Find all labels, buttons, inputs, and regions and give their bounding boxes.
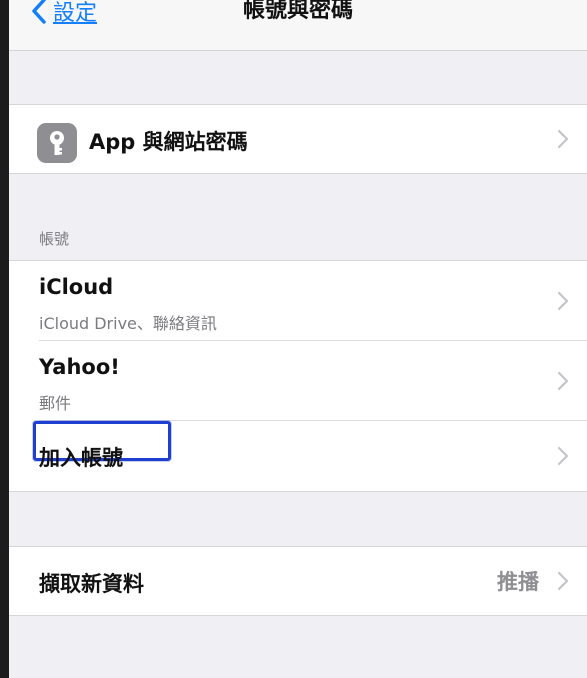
navigation-bar: 設定 帳號與密碼 bbox=[9, 0, 587, 51]
add-account-label: 加入帳號 bbox=[39, 446, 123, 470]
chevron-right-icon bbox=[557, 291, 569, 315]
account-row-icloud[interactable]: iCloud iCloud Drive、聯絡資訊 bbox=[9, 261, 587, 341]
device-bezel bbox=[0, 0, 9, 678]
chevron-right-icon bbox=[557, 446, 569, 470]
fetch-new-data-label: 擷取新資料 bbox=[39, 572, 144, 596]
accounts-section-header: 帳號 bbox=[39, 230, 70, 248]
key-icon bbox=[37, 123, 77, 163]
passwords-group: App 與網站密碼 bbox=[9, 104, 587, 174]
add-account-row[interactable]: 加入帳號 bbox=[9, 421, 587, 491]
accounts-group: iCloud iCloud Drive、聯絡資訊 Yahoo! 郵件 加入帳號 bbox=[9, 260, 587, 492]
page-title: 帳號與密碼 bbox=[242, 0, 353, 23]
account-subtitle: iCloud Drive、聯絡資訊 bbox=[39, 314, 217, 333]
account-title: iCloud bbox=[39, 275, 114, 299]
fetch-new-data-row[interactable]: 擷取新資料 推播 bbox=[9, 547, 587, 615]
account-subtitle: 郵件 bbox=[39, 394, 72, 413]
passwords-row[interactable]: App 與網站密碼 bbox=[9, 105, 587, 173]
chevron-right-icon bbox=[557, 371, 569, 395]
fetch-group: 擷取新資料 推播 bbox=[9, 546, 587, 616]
account-title: Yahoo! bbox=[39, 355, 120, 379]
settings-screen: 設定 帳號與密碼 App 與網站密碼 帳號 iCloud iCloud Driv… bbox=[9, 0, 587, 678]
account-row-yahoo[interactable]: Yahoo! 郵件 bbox=[9, 341, 587, 421]
chevron-right-icon bbox=[557, 571, 569, 595]
fetch-value: 推播 bbox=[497, 570, 539, 594]
passwords-label: App 與網站密碼 bbox=[89, 130, 248, 154]
chevron-right-icon bbox=[557, 129, 569, 153]
